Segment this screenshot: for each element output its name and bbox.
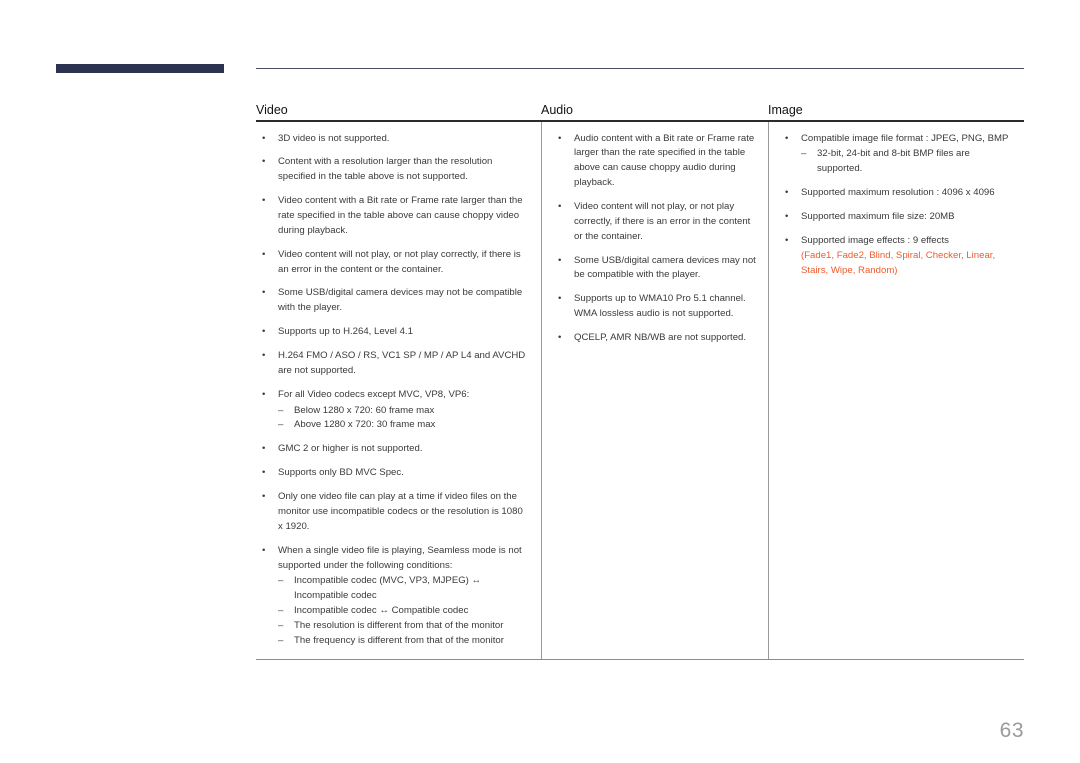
sub-list: 32-bit, 24-bit and 8-bit BMP files are s…: [801, 147, 1016, 177]
video-notes-list: 3D video is not supported. Content with a…: [256, 132, 527, 649]
column-header-audio: Audio: [541, 102, 573, 117]
list-item-text: For all Video codecs except MVC, VP8, VP…: [278, 388, 470, 400]
list-item: Supported maximum file size: 20MB: [779, 210, 1016, 225]
list-item: Supports only BD MVC Spec.: [256, 466, 527, 481]
table-bottom-border: [256, 658, 1024, 660]
column-image: Compatible image file format : JPEG, PNG…: [768, 121, 1024, 659]
list-item-text: QCELP, AMR NB/WB are not supported.: [574, 332, 747, 344]
list-item-text: When a single video file is playing, Sea…: [278, 544, 522, 571]
list-item-text: Only one video file can play at a time i…: [278, 491, 523, 532]
list-item: Audio content with a Bit rate or Frame r…: [552, 132, 756, 191]
list-item: Video content will not play, or not play…: [552, 200, 756, 245]
column-header-video: Video: [256, 102, 288, 117]
list-item: GMC 2 or higher is not supported.: [256, 442, 527, 457]
sub-list: Below 1280 x 720: 60 frame maxAbove 1280…: [278, 404, 527, 434]
list-item: Content with a resolution larger than th…: [256, 155, 527, 185]
list-item-text: Video content will not play, or not play…: [574, 201, 751, 242]
sub-list-item: Above 1280 x 720: 30 frame max: [278, 418, 527, 433]
page-number: 63: [999, 719, 1024, 742]
sub-list-item: The frequency is different from that of …: [278, 634, 527, 649]
list-item: Supported image effects : 9 effects (Fade…: [779, 234, 1016, 279]
list-item: 3D video is not supported.: [256, 132, 527, 147]
audio-notes-list: Audio content with a Bit rate or Frame r…: [552, 132, 756, 346]
table-body: 3D video is not supported. Content with a…: [256, 121, 1024, 659]
sub-list-item: Below 1280 x 720: 60 frame max: [278, 404, 527, 419]
list-item-text: 3D video is not supported.: [278, 132, 390, 144]
table-column-headers: Video Audio Image: [256, 92, 1024, 120]
list-item-text: Supported maximum file size: 20MB: [801, 211, 955, 223]
sub-list-item: Incompatible codec (MVC, VP3, MJPEG) ↔ I…: [278, 574, 527, 604]
list-item: Only one video file can play at a time i…: [256, 490, 527, 535]
list-item-text: Video content will not play, or not play…: [278, 248, 521, 275]
sub-list-item: Incompatible codec ↔ Compatible codec: [278, 604, 527, 619]
list-item-text: Supports up to H.264, Level 4.1: [278, 326, 413, 338]
list-item-text: H.264 FMO / ASO / RS, VC1 SP / MP / AP L…: [278, 350, 526, 376]
list-item-text: Some USB/digital camera devices may not …: [574, 254, 756, 281]
list-item: For all Video codecs except MVC, VP8, VP…: [256, 388, 527, 434]
list-item-text: Video content with a Bit rate or Frame r…: [278, 195, 523, 236]
list-item: Supports up to H.264, Level 4.1: [256, 325, 527, 340]
list-item: When a single video file is playing, Sea…: [256, 544, 527, 649]
list-item-text: Supports up to WMA10 Pro 5.1 channel. WM…: [574, 293, 746, 320]
header-rule: [256, 68, 1024, 69]
sub-list-item: The resolution is different from that of…: [278, 619, 527, 634]
list-item: QCELP, AMR NB/WB are not supported.: [552, 331, 756, 346]
column-header-image: Image: [768, 102, 803, 117]
list-item-text: Supported image effects : 9 effects: [801, 234, 949, 246]
sub-list: Incompatible codec (MVC, VP3, MJPEG) ↔ I…: [278, 574, 527, 648]
image-notes-list: Compatible image file format : JPEG, PNG…: [779, 132, 1016, 279]
list-item: Supported maximum resolution : 4096 x 40…: [779, 186, 1016, 201]
list-item-text: Audio content with a Bit rate or Frame r…: [574, 132, 755, 189]
list-item-text: GMC 2 or higher is not supported.: [278, 443, 423, 455]
accent-bar: [56, 64, 224, 73]
list-item-text: Compatible image file format : JPEG, PNG…: [801, 132, 1009, 144]
column-audio: Audio content with a Bit rate or Frame r…: [541, 121, 768, 659]
list-item-text: Supports only BD MVC Spec.: [278, 467, 404, 479]
list-item-text: Content with a resolution larger than th…: [278, 156, 493, 183]
spec-table: Video Audio Image 3D video is not suppor…: [256, 92, 1024, 660]
list-item-text: Some USB/digital camera devices may not …: [278, 287, 523, 314]
list-item: Supports up to WMA10 Pro 5.1 channel. WM…: [552, 292, 756, 322]
list-item: Video content will not play, or not play…: [256, 248, 527, 278]
list-item: H.264 FMO / ASO / RS, VC1 SP / MP / AP L…: [256, 349, 527, 379]
image-effects-list: (Fade1, Fade2, Blind, Spiral, Checker, L…: [801, 249, 996, 276]
sub-list-item: 32-bit, 24-bit and 8-bit BMP files are s…: [801, 147, 1016, 177]
list-item-text: Supported maximum resolution : 4096 x 40…: [801, 187, 995, 199]
list-item: Some USB/digital camera devices may not …: [552, 254, 756, 284]
list-item: Some USB/digital camera devices may not …: [256, 286, 527, 316]
page-content: Video Audio Image 3D video is not suppor…: [256, 0, 1024, 763]
list-item: Compatible image file format : JPEG, PNG…: [779, 132, 1016, 178]
column-video: 3D video is not supported. Content with a…: [256, 122, 541, 659]
list-item: Video content with a Bit rate or Frame r…: [256, 194, 527, 239]
